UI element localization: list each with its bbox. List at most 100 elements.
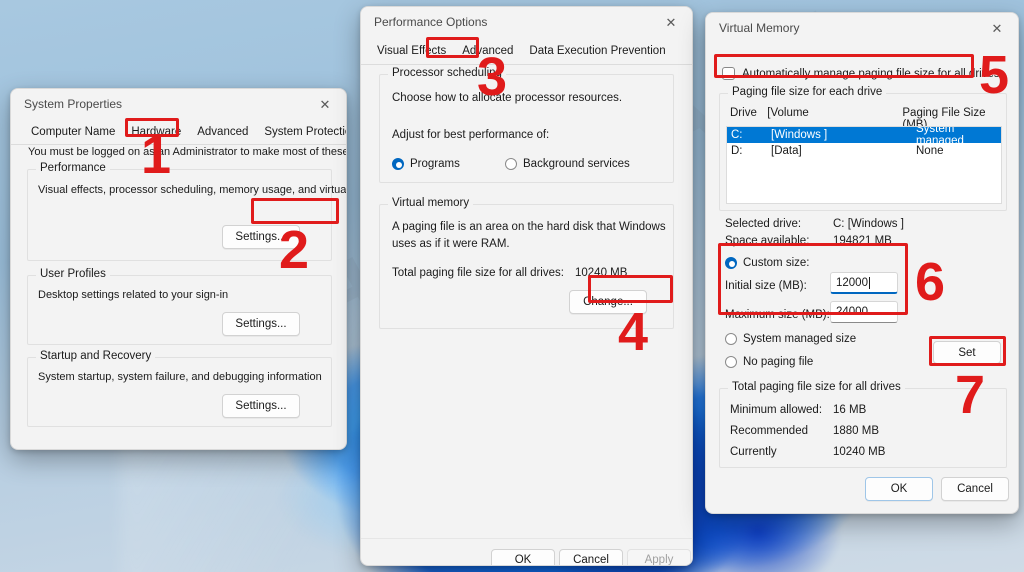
system-properties-tabstrip[interactable]: Computer Name Hardware Advanced System P… [11,123,346,142]
radio-dot-icon [392,158,404,170]
drive-letter: C: [731,129,743,141]
virtual-memory-dialog: Virtual Memory ✕ Automatically manage pa… [705,12,1019,514]
tabstrip-divider [361,64,692,65]
virtual-memory-desc-line2: uses as if it were RAM. [392,238,510,250]
radio-custom-size[interactable]: Custom size: [725,257,809,269]
initial-size-value: 12000 [836,276,868,289]
user-profiles-group-desc: Desktop settings related to your sign-in [38,289,229,301]
radio-system-managed-label: System managed size [743,333,857,345]
automatically-manage-checkbox[interactable]: Automatically manage paging file size fo… [722,67,1000,80]
close-icon[interactable]: ✕ [976,13,1018,43]
system-properties-dialog: System Properties ✕ Computer Name Hardwa… [10,88,347,450]
totals-group-title: Total paging file size for all drives [728,381,905,393]
user-profiles-group: User Profiles Desktop settings related t… [27,268,332,345]
user-profiles-group-title: User Profiles [36,268,110,280]
virtual-memory-group: Virtual memory A paging file is an area … [379,197,674,329]
tab-computer-name[interactable]: Computer Name [23,123,123,142]
selected-drive-label: Selected drive: [725,218,802,230]
set-button[interactable]: Set [933,341,1001,364]
initial-size-label: Initial size (MB): [725,280,807,292]
recommended-value: 1880 MB [833,425,880,437]
drive-volume: [Data] [771,145,802,157]
checkbox-icon [722,67,735,80]
radio-custom-size-label: Custom size: [743,257,810,269]
system-properties-titlebar[interactable]: System Properties ✕ [11,89,346,119]
minimum-allowed-label: Minimum allowed: [730,404,823,416]
space-available-label: Space available: [725,235,810,247]
user-profiles-settings-button[interactable]: Settings... [222,312,300,336]
maximum-size-input[interactable]: 24000 [830,301,898,323]
drive-listbox[interactable]: C: [Windows ] System managed D: [Data] N… [726,126,1002,204]
selected-drive-value: C: [Windows ] [833,218,904,230]
currently-label: Currently [730,446,777,458]
total-paging-size-label: Total paging file size for all drives: [392,267,564,279]
radio-no-paging-file-label: No paging file [743,356,814,368]
tab-hardware[interactable]: Hardware [123,123,189,142]
virtual-memory-titlebar[interactable]: Virtual Memory ✕ [706,13,1018,43]
tab-data-execution-prevention[interactable]: Data Execution Prevention [521,42,673,61]
tab-advanced[interactable]: Advanced [189,123,256,142]
radio-dot-icon [725,257,737,269]
virtual-memory-ok-button[interactable]: OK [865,477,933,501]
space-available-value: 194821 MB [833,235,892,247]
performance-group-title: Performance [36,162,110,174]
startup-recovery-group-title: Startup and Recovery [36,350,156,362]
virtual-memory-change-button[interactable]: Change... [569,290,647,314]
radio-dot-icon [505,158,517,170]
paging-file-drive-group: Paging file size for each drive Drive [V… [719,86,1007,211]
currently-value: 10240 MB [833,446,886,458]
performance-group: Performance Visual effects, processor sc… [27,162,346,261]
processor-scheduling-group: Processor scheduling Choose how to alloc… [379,67,674,183]
performance-options-apply-button: Apply [627,549,691,565]
performance-options-cancel-button[interactable]: Cancel [559,549,623,565]
maximum-size-label: Maximum size (MB): [725,309,830,321]
tabstrip-divider [11,144,346,145]
radio-dot-icon [725,356,737,368]
radio-programs[interactable]: Programs [392,158,460,170]
startup-recovery-settings-button[interactable]: Settings... [222,394,300,418]
virtual-memory-group-title: Virtual memory [388,197,474,209]
tab-visual-effects[interactable]: Visual Effects [369,42,454,61]
total-paging-size-value: 10240 MB [575,267,628,279]
text-caret [868,276,870,289]
virtual-memory-cancel-button[interactable]: Cancel [941,477,1009,501]
virtual-memory-desc-line1: A paging file is an area on the hard dis… [392,221,666,233]
performance-options-dialog: Performance Options ✕ Visual Effects Adv… [360,6,693,566]
radio-background-services[interactable]: Background services [505,158,630,170]
recommended-label: Recommended [730,425,808,437]
table-row[interactable]: D: [Data] None [727,143,1001,159]
processor-scheduling-prompt: Adjust for best performance of: [392,129,550,141]
automatically-manage-label: Automatically manage paging file size fo… [742,67,1000,80]
startup-recovery-group: Startup and Recovery System startup, sys… [27,350,332,427]
performance-options-title: Performance Options [374,15,488,29]
performance-options-titlebar[interactable]: Performance Options ✕ [361,7,692,37]
performance-options-ok-button[interactable]: OK [491,549,555,565]
tab-advanced[interactable]: Advanced [454,42,521,61]
admin-notice: You must be logged on as an Administrato… [28,146,347,158]
virtual-memory-title: Virtual Memory [719,21,800,35]
radio-no-paging-file[interactable]: No paging file [725,356,813,368]
drive-paging-size: System managed [916,126,964,147]
totals-group: Total paging file size for all drives Mi… [719,381,1007,468]
tab-system-protection[interactable]: System Protection [256,123,346,142]
performance-group-desc: Visual effects, processor scheduling, me… [38,184,347,196]
radio-background-services-label: Background services [523,158,630,170]
drive-letter: D: [731,145,743,157]
startup-recovery-group-desc: System startup, system failure, and debu… [38,371,322,383]
drive-paging-size: None [916,145,944,157]
performance-settings-button[interactable]: Settings... [222,225,300,249]
maximum-size-value: 24000 [836,306,868,318]
radio-programs-label: Programs [410,158,460,170]
close-icon[interactable]: ✕ [304,89,346,119]
performance-options-footer-divider [361,538,692,539]
drive-volume: [Windows ] [771,129,828,141]
system-properties-title: System Properties [24,97,123,111]
table-row[interactable]: C: [Windows ] System managed [727,127,1001,147]
processor-scheduling-desc: Choose how to allocate processor resourc… [392,92,623,104]
radio-system-managed-size[interactable]: System managed size [725,333,856,345]
minimum-allowed-value: 16 MB [833,404,867,416]
initial-size-input[interactable]: 12000 [830,272,898,294]
paging-file-drive-group-title: Paging file size for each drive [728,86,887,98]
close-icon[interactable]: ✕ [650,7,692,37]
performance-options-tabstrip[interactable]: Visual Effects Advanced Data Execution P… [361,42,692,61]
